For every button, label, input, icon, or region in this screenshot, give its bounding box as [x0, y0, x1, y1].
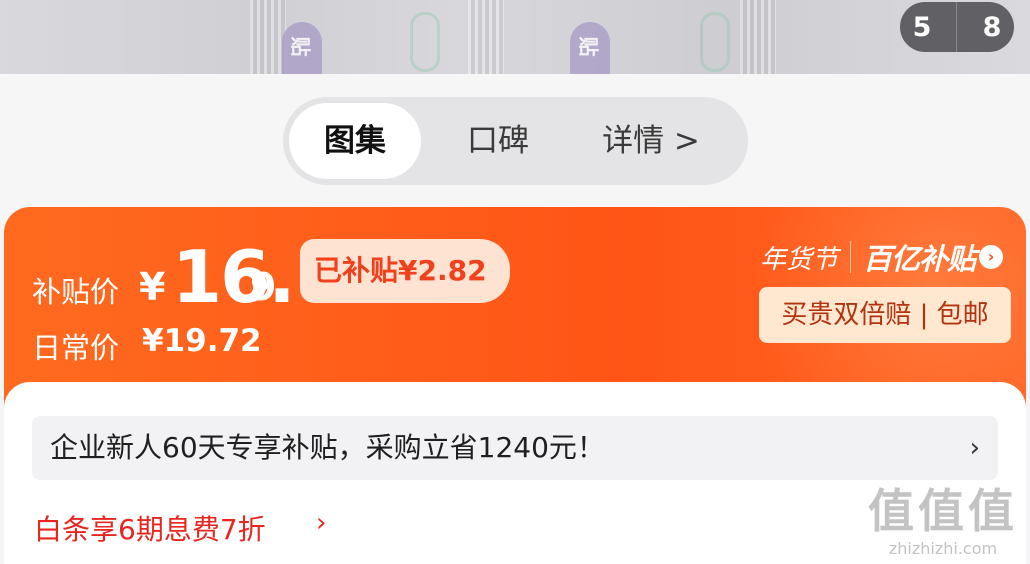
product-badge: 贴	[570, 22, 610, 74]
tab-reviews[interactable]: 口碑	[443, 103, 553, 179]
watermark-logo: 值值值	[868, 484, 1018, 538]
product-badge: 贴	[282, 22, 322, 74]
daily-price-value: ¥19.72	[142, 323, 262, 359]
daily-price-label: 日常价	[32, 331, 120, 365]
currency-symbol: ¥	[139, 265, 166, 309]
image-counter-divider	[956, 2, 958, 52]
chevron-right-icon: ›	[316, 508, 327, 538]
site-watermark: 值值值 zhizhizhi.com	[868, 475, 1018, 558]
enterprise-promo-banner[interactable]: 企业新人60天专享补贴，采购立省1240元！ ›	[32, 416, 998, 480]
tab-gallery[interactable]: 图集	[289, 103, 421, 179]
product-image-carousel[interactable]: 贴 贴 5 8	[0, 0, 1030, 74]
billion-subsidy-logo: 百亿补贴	[863, 242, 976, 276]
product-image-texture	[250, 0, 286, 74]
watermark-url: zhizhizhi.com	[888, 539, 998, 558]
subsidy-price-label: 补贴价	[32, 275, 120, 309]
product-image-texture	[468, 0, 504, 74]
promo-text: 企业新人60天专享补贴，采购立省1240元！	[50, 431, 605, 464]
guarantee-badge[interactable]: 买贵双倍赔 | 包邮	[759, 287, 1011, 343]
product-image-texture	[740, 0, 776, 74]
festival-logo: 年货节	[760, 244, 839, 275]
price-decimal: 9	[250, 265, 277, 309]
tab-section: 图集 口碑 详情 >	[0, 74, 1030, 219]
product-image-detail	[410, 12, 440, 72]
image-counter-total: 8	[982, 11, 1002, 43]
brand-divider	[850, 241, 852, 273]
chevron-right-icon: ›	[969, 433, 980, 463]
price-card: 补贴价 ¥ 16. 9 已补贴¥2.82 日常价 ¥19.72 年货节 百亿补贴…	[4, 207, 1026, 407]
image-counter: 5 8	[900, 2, 1014, 52]
product-image-detail	[700, 12, 730, 72]
chevron-right-circle-icon: ›	[979, 245, 1004, 269]
image-counter-current: 5	[912, 11, 932, 43]
billion-subsidy-link[interactable]: 年货节 百亿补贴 ›	[760, 237, 1004, 277]
subsidized-amount-tag: 已补贴¥2.82	[300, 239, 510, 303]
segmented-tabs: 图集 口碑 详情 >	[283, 97, 748, 185]
installment-offer-link[interactable]: 白条享6期息费7折	[34, 508, 266, 548]
tab-details[interactable]: 详情 >	[591, 103, 711, 179]
info-card: 企业新人60天专享补贴，采购立省1240元！ › 白条享6期息费7折 › 值值值…	[4, 382, 1026, 564]
